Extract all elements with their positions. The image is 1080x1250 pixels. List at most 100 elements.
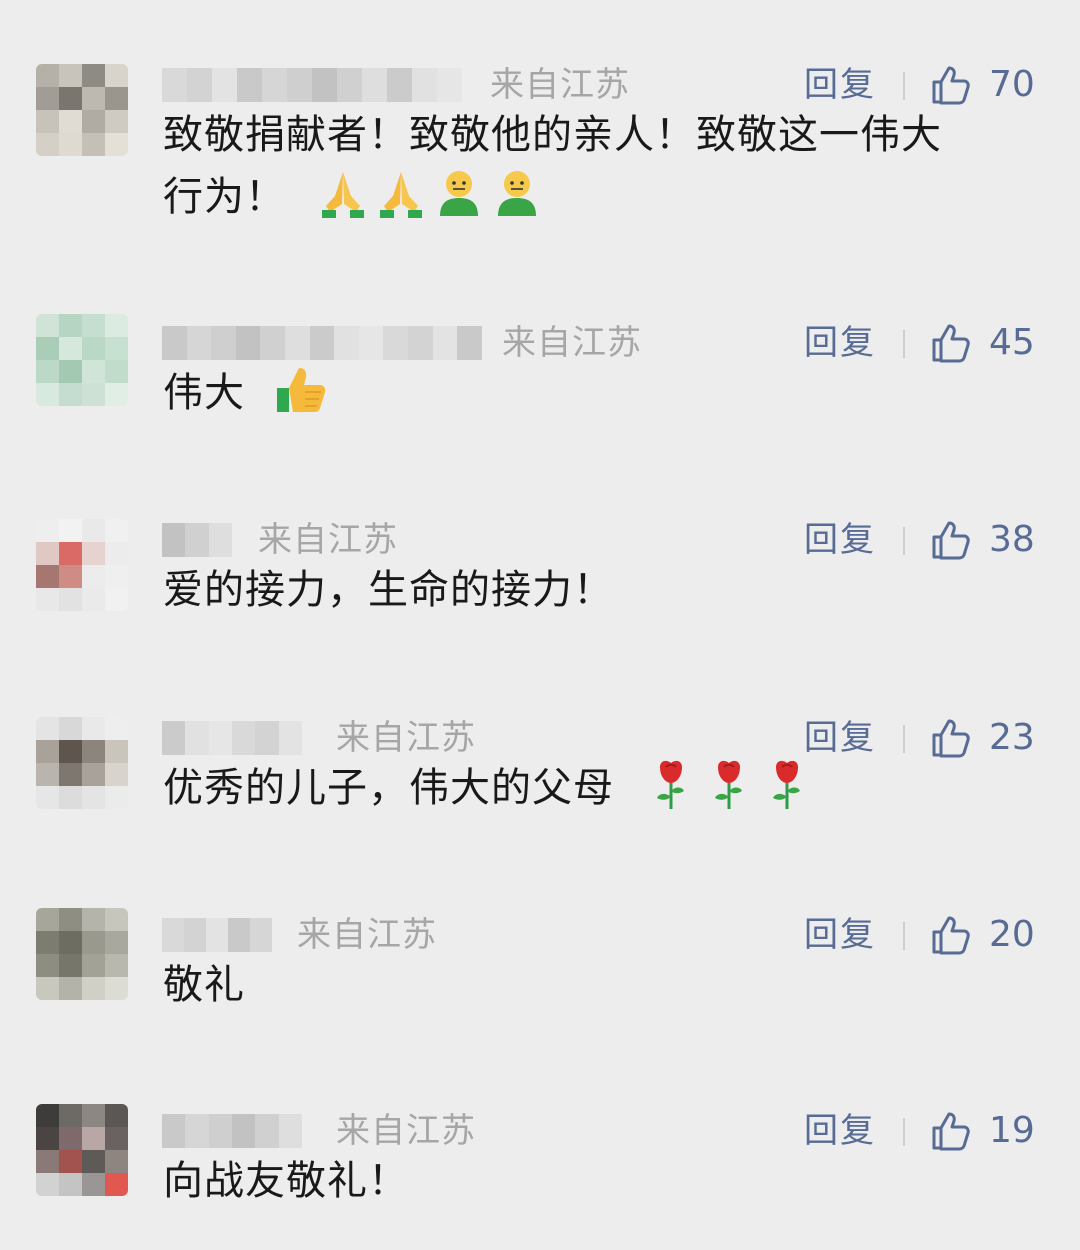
thumbs-up-icon[interactable] xyxy=(930,914,972,956)
username-blur-block xyxy=(358,326,384,360)
username-blur-block xyxy=(457,326,482,360)
username-blurred[interactable] xyxy=(162,721,302,755)
username-blurred[interactable] xyxy=(162,68,462,102)
avatar-pixel xyxy=(105,314,128,337)
avatar-pixel xyxy=(59,1127,82,1150)
thumbs-up-emoji-icon xyxy=(275,362,329,416)
avatar[interactable] xyxy=(36,908,128,1000)
comment-text: 致敬捐献者！致敬他的亲人！致敬这一伟大 行为！ xyxy=(163,104,1033,228)
avatar-pixel xyxy=(105,717,128,740)
avatar-pixel xyxy=(82,977,105,1000)
avatar-pixel xyxy=(59,977,82,1000)
avatar-pixel xyxy=(82,314,105,337)
comment-text: 爱的接力，生命的接力！ xyxy=(163,559,1033,621)
reply-button[interactable]: 回复 xyxy=(804,519,876,561)
avatar-pixel xyxy=(36,542,59,565)
avatar-pixel xyxy=(36,314,59,337)
avatar-pixel xyxy=(36,519,59,542)
avatar-pixel xyxy=(59,383,82,406)
username-blur-block xyxy=(383,326,409,360)
avatar-pixel xyxy=(82,110,105,133)
divider xyxy=(903,330,905,358)
avatar-pixel xyxy=(36,931,59,954)
username-blur-block xyxy=(412,68,437,102)
username-blur-block xyxy=(206,918,228,952)
avatar-pixel xyxy=(82,1150,105,1173)
reply-button[interactable]: 回复 xyxy=(804,717,876,759)
username-blur-block xyxy=(287,68,312,102)
username-blurred[interactable] xyxy=(162,918,272,952)
reply-button[interactable]: 回复 xyxy=(804,322,876,364)
reply-button[interactable]: 回复 xyxy=(804,1110,876,1152)
avatar-pixel xyxy=(82,717,105,740)
username-blur-block xyxy=(162,523,186,557)
avatar-pixel xyxy=(105,383,128,406)
avatar-pixel xyxy=(105,1173,128,1196)
username-blur-block xyxy=(211,326,236,360)
avatar-pixel xyxy=(36,763,59,786)
divider xyxy=(903,72,905,100)
avatar[interactable] xyxy=(36,717,128,809)
reply-button[interactable]: 回复 xyxy=(804,914,876,956)
rose-emoji-icon xyxy=(702,757,756,811)
avatar-pixel xyxy=(82,64,105,87)
username-blurred[interactable] xyxy=(162,326,482,360)
avatar[interactable] xyxy=(36,64,128,156)
avatar-pixel xyxy=(36,1104,59,1127)
avatar-pixel xyxy=(105,1104,128,1127)
avatar-pixel xyxy=(36,1173,59,1196)
thumbs-up-icon[interactable] xyxy=(930,717,972,759)
avatar-pixel xyxy=(105,64,128,87)
avatar-pixel xyxy=(59,763,82,786)
avatar-pixel xyxy=(82,360,105,383)
avatar-pixel xyxy=(82,1104,105,1127)
username-blurred[interactable] xyxy=(162,523,232,557)
avatar-pixel xyxy=(82,1127,105,1150)
reply-button[interactable]: 回复 xyxy=(804,64,876,106)
username-blur-block xyxy=(262,68,287,102)
username-blur-block xyxy=(162,1114,186,1148)
avatar-pixel xyxy=(59,64,82,87)
username-blurred[interactable] xyxy=(162,1114,302,1148)
avatar-pixel xyxy=(36,977,59,1000)
avatar-pixel xyxy=(105,360,128,383)
comment-text: 伟大 xyxy=(163,362,1033,424)
comment-text-line: 敬礼 xyxy=(163,962,245,1008)
smiley-person-emoji-icon xyxy=(432,166,486,220)
thumbs-up-icon[interactable] xyxy=(930,519,972,561)
avatar-pixel xyxy=(59,110,82,133)
avatar-pixel xyxy=(105,565,128,588)
thumbs-up-icon[interactable] xyxy=(930,322,972,364)
location-label: 来自江苏 xyxy=(297,915,437,955)
avatar-pixel xyxy=(105,337,128,360)
comment-text-line: 致敬捐献者！致敬他的亲人！致敬这一伟大 xyxy=(163,112,942,158)
username-blur-block xyxy=(228,918,250,952)
avatar-pixel xyxy=(59,786,82,809)
username-blur-block xyxy=(185,1114,209,1148)
username-blur-block xyxy=(162,68,187,102)
avatar-pixel xyxy=(59,133,82,156)
thumbs-up-icon[interactable] xyxy=(930,1110,972,1152)
username-blur-block xyxy=(235,326,261,360)
avatar-pixel xyxy=(36,588,59,611)
username-blur-block xyxy=(334,326,359,360)
avatar-pixel xyxy=(105,1150,128,1173)
like-count: 45 xyxy=(989,322,1035,363)
divider xyxy=(903,922,905,950)
avatar[interactable] xyxy=(36,519,128,611)
username-blur-block xyxy=(437,68,462,102)
rose-emoji-icon xyxy=(760,757,814,811)
avatar-pixel xyxy=(105,931,128,954)
username-blur-block xyxy=(185,523,209,557)
username-blur-block xyxy=(309,326,335,360)
avatar-pixel xyxy=(59,588,82,611)
username-blur-block xyxy=(260,326,286,360)
comment-text-line: 伟大 xyxy=(163,370,245,416)
avatar[interactable] xyxy=(36,314,128,406)
avatar[interactable] xyxy=(36,1104,128,1196)
avatar-pixel xyxy=(82,931,105,954)
avatar-pixel xyxy=(82,133,105,156)
username-blur-block xyxy=(187,68,212,102)
thumbs-up-icon[interactable] xyxy=(930,64,972,106)
avatar-pixel xyxy=(36,740,59,763)
